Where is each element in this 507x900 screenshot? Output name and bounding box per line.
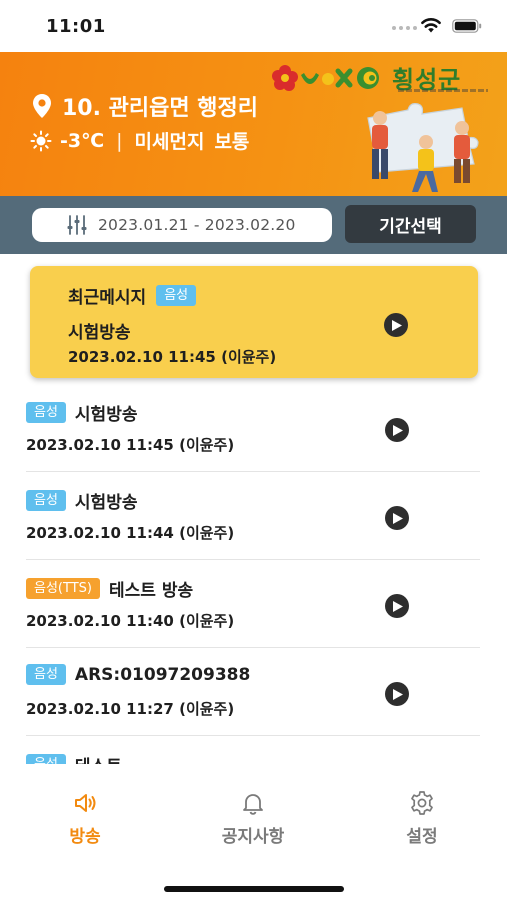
county-logo-mark-icon bbox=[272, 64, 379, 91]
play-icon bbox=[393, 424, 403, 436]
cellular-signal-icon bbox=[392, 26, 417, 30]
logo-slogan-line bbox=[398, 89, 488, 92]
filter-sliders-icon bbox=[67, 215, 87, 235]
list-item-date: 2023.02.10 11:27 (이윤주) bbox=[26, 700, 235, 718]
play-icon bbox=[392, 319, 402, 331]
gear-icon bbox=[411, 791, 433, 815]
fine-dust-value: 보통 bbox=[214, 131, 250, 153]
list-item-date: 2023.02.10 11:44 (이윤주) bbox=[26, 524, 235, 542]
header-banner: 10. 관리읍면 행정리 -3℃ | 미세먼지 보통 횡성군 bbox=[0, 52, 507, 196]
list-item-title: ARS:01097209388 bbox=[74, 664, 251, 685]
play-button[interactable] bbox=[384, 313, 408, 337]
list-item-header: 음성 시험방송 bbox=[26, 488, 137, 513]
battery-icon bbox=[452, 19, 482, 33]
status-time: 11:01 bbox=[46, 16, 106, 37]
list-item[interactable]: 음성(TTS) 테스트 방송 2023.02.10 11:40 (이윤주) bbox=[26, 560, 480, 648]
temperature: -3℃ bbox=[60, 129, 105, 152]
tab-notices[interactable]: 공지사항 bbox=[198, 790, 308, 847]
fine-dust-label: 미세먼지 bbox=[134, 131, 205, 153]
play-button[interactable] bbox=[385, 682, 409, 706]
voice-badge: 음성 bbox=[26, 402, 66, 423]
home-indicator[interactable] bbox=[164, 886, 344, 892]
play-button[interactable] bbox=[385, 594, 409, 618]
tab-settings[interactable]: 설정 bbox=[367, 790, 477, 847]
date-range-field[interactable]: 2023.01.21 - 2023.02.20 bbox=[32, 208, 332, 242]
tab-label: 방송 bbox=[69, 827, 101, 847]
weather-separator: | bbox=[116, 129, 123, 152]
bell-icon bbox=[243, 794, 263, 815]
list-item[interactable]: 음성 시험방송 2023.02.10 11:44 (이윤주) bbox=[26, 472, 480, 560]
list-item-header: 음성 시험방송 bbox=[26, 400, 137, 425]
play-icon bbox=[393, 600, 403, 612]
sun-icon bbox=[30, 130, 52, 151]
select-period-button[interactable]: 기간선택 bbox=[345, 205, 476, 243]
list-item[interactable]: 음성 ARS:01097209388 2023.02.10 11:27 (이윤주… bbox=[26, 648, 480, 736]
list-item-date: 2023.02.10 11:45 (이윤주) bbox=[26, 436, 235, 454]
recent-message-text: 시험방송 bbox=[68, 323, 131, 343]
weather-row: -3℃ | 미세먼지 보통 bbox=[30, 127, 249, 154]
list-item-title: 시험방송 bbox=[74, 493, 138, 513]
list-item-header: 음성 테스트 bbox=[26, 752, 122, 764]
list-item-date: 2023.02.10 11:40 (이윤주) bbox=[26, 612, 235, 630]
recent-message-card[interactable]: 최근메시지 음성 시험방송 2023.02.10 11:45 (이윤주) bbox=[30, 266, 478, 378]
voice-badge: 음성 bbox=[26, 490, 66, 511]
play-icon bbox=[393, 512, 403, 524]
list-item[interactable]: 음성 시험방송 2023.02.10 11:45 (이윤주) bbox=[26, 384, 480, 472]
list-item-header: 음성(TTS) 테스트 방송 bbox=[26, 576, 193, 601]
play-icon bbox=[393, 688, 403, 700]
recent-message-header: 최근메시지 음성 bbox=[68, 283, 197, 308]
list-item-title: 테스트 방송 bbox=[108, 581, 194, 601]
recent-message-title: 최근메시지 bbox=[68, 288, 147, 308]
play-button[interactable] bbox=[385, 418, 409, 442]
location-name: 10. 관리읍면 행정리 bbox=[62, 96, 258, 121]
speaker-icon bbox=[75, 794, 96, 812]
broadcast-list[interactable]: 최근메시지 음성 시험방송 2023.02.10 11:45 (이윤주) 음성 … bbox=[0, 254, 507, 764]
status-bar: 11:01 bbox=[0, 0, 507, 52]
list-item-title: 시험방송 bbox=[74, 405, 138, 425]
location-row: 10. 관리읍면 행정리 bbox=[32, 90, 258, 122]
filter-bar: 2023.01.21 - 2023.02.20 기간선택 bbox=[0, 196, 507, 254]
voice-badge: 음성 bbox=[26, 754, 66, 764]
play-button[interactable] bbox=[385, 506, 409, 530]
date-range-text: 2023.01.21 - 2023.02.20 bbox=[98, 216, 296, 234]
location-pin-icon bbox=[33, 94, 51, 118]
list-item-header: 음성 ARS:01097209388 bbox=[26, 664, 250, 685]
tab-broadcast[interactable]: 방송 bbox=[30, 790, 140, 847]
bottom-tab-bar: 방송 공지사항 설정 bbox=[0, 764, 507, 900]
tts-badge: 음성(TTS) bbox=[26, 578, 100, 599]
voice-badge: 음성 bbox=[26, 664, 66, 685]
list-item[interactable]: 음성 테스트 bbox=[26, 736, 480, 764]
voice-badge: 음성 bbox=[156, 285, 197, 306]
recent-message-date: 2023.02.10 11:45 (이윤주) bbox=[68, 348, 277, 366]
tab-label: 공지사항 bbox=[221, 827, 285, 847]
wifi-icon bbox=[421, 18, 441, 33]
puzzle-people-illustration-icon bbox=[367, 103, 479, 192]
list-item-title: 테스트 bbox=[75, 752, 122, 764]
tab-label: 설정 bbox=[406, 827, 438, 847]
